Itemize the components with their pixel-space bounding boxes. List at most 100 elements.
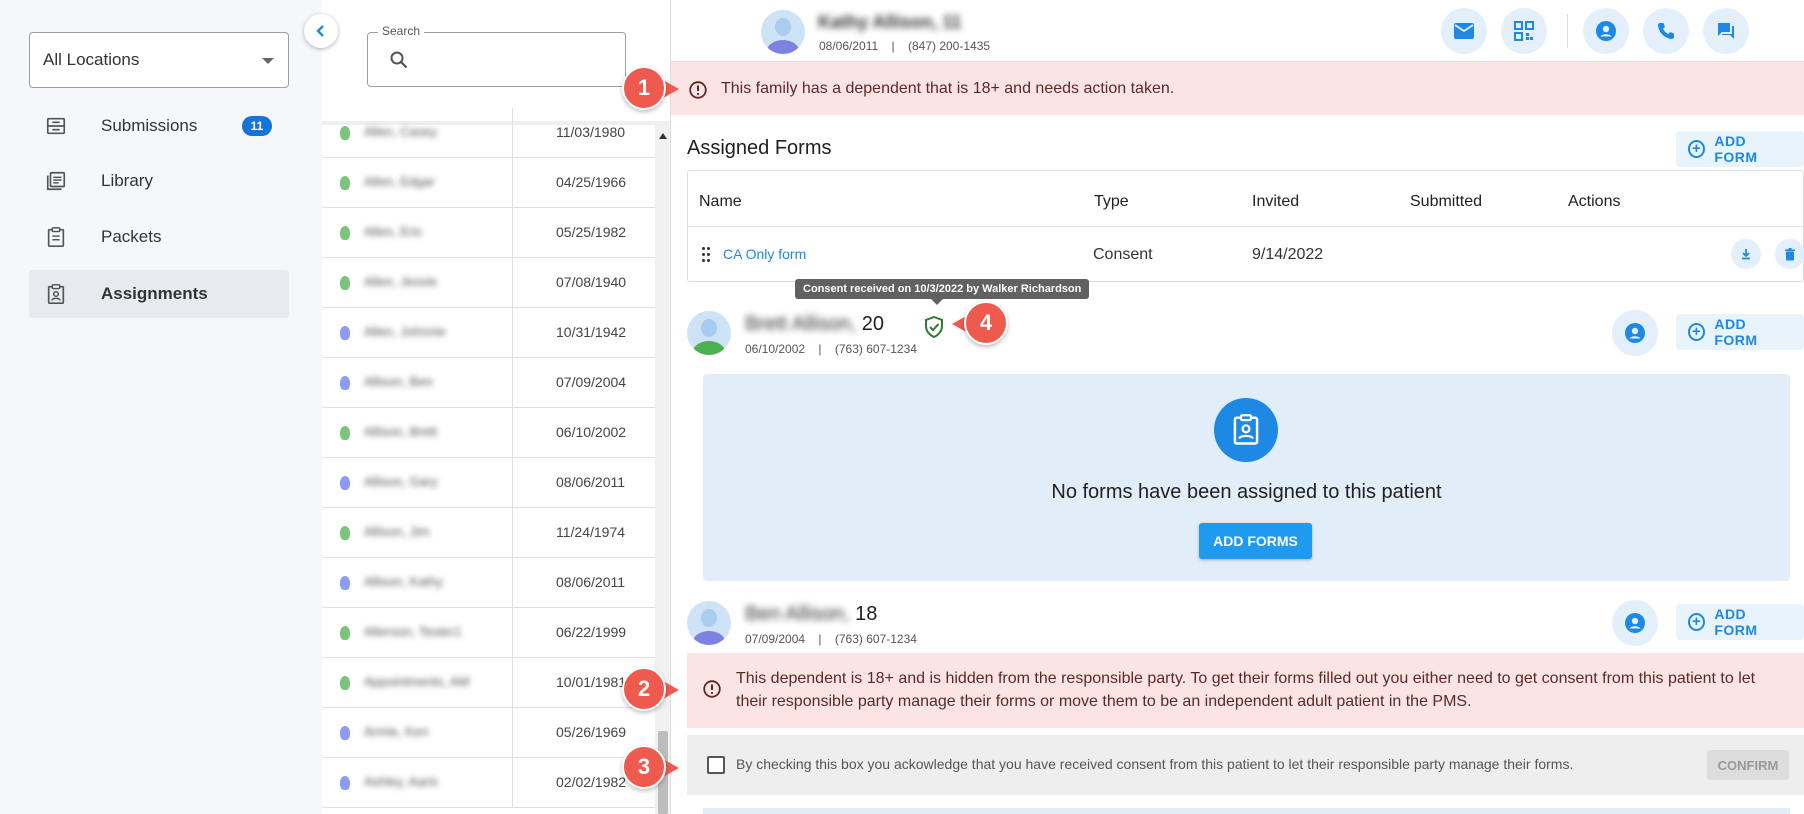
- verified-shield-icon[interactable]: [924, 316, 944, 338]
- consent-checkbox[interactable]: [707, 756, 725, 774]
- patient-name: Allen, Jessie: [364, 274, 437, 289]
- patient-name: Allison, Gary: [364, 474, 438, 489]
- account-button[interactable]: [1612, 310, 1658, 356]
- chat-button[interactable]: [1703, 8, 1749, 54]
- library-icon: [46, 171, 66, 191]
- column-header: Invited: [1252, 193, 1300, 210]
- patient-dob: 06/10/2002: [556, 424, 627, 440]
- list-item[interactable]: Allen, Johnnie 10/31/1942: [322, 308, 655, 358]
- empty-forms-message: No forms have been assigned to this pati…: [1051, 481, 1442, 503]
- email-button[interactable]: [1441, 8, 1487, 54]
- location-select-value: All Locations: [43, 50, 140, 69]
- next-card-edge: [703, 808, 1790, 814]
- submissions-count-badge: 11: [242, 116, 272, 136]
- sidebar-item-label: Library: [101, 171, 153, 190]
- patient-name: Allison, Jim: [364, 524, 430, 539]
- search-label: Search: [378, 24, 425, 38]
- account-button[interactable]: [1583, 8, 1629, 54]
- column-header: Type: [1094, 193, 1129, 210]
- list-item[interactable]: Allison, Kathy 08/06/2011: [322, 558, 655, 608]
- patient-name: Appointments, AM: [364, 674, 470, 689]
- call-button[interactable]: [1643, 8, 1689, 54]
- sidebar: All Locations Submissions 11 Library Pac…: [0, 0, 322, 814]
- patient-status-icon: [340, 326, 350, 340]
- form-type: Consent: [1093, 246, 1153, 263]
- patient-status-icon: [340, 576, 350, 590]
- error-outline-icon: [703, 680, 721, 698]
- patient-dob: 06/22/1999: [556, 624, 627, 640]
- dependent-name: Brett Allison, 20: [745, 313, 884, 335]
- add-form-button[interactable]: + ADD FORM: [1676, 131, 1804, 167]
- patient-dob: 08/06/2011: [556, 574, 626, 590]
- patient-status-icon: [340, 426, 350, 440]
- patient-dob: 10/01/1981: [556, 674, 627, 690]
- add-form-button[interactable]: + ADD FORM: [1676, 314, 1804, 350]
- patient-status-icon: [340, 176, 350, 190]
- list-item[interactable]: Allen, Jessie 07/08/1940: [322, 258, 655, 308]
- delete-button[interactable]: [1775, 239, 1804, 269]
- location-select[interactable]: All Locations: [29, 32, 289, 88]
- callout-marker-1: 1: [622, 66, 679, 112]
- list-item[interactable]: Appointments, AM 10/01/1981: [322, 658, 655, 708]
- sidebar-item-label: Packets: [101, 227, 162, 246]
- patient-name: Allen, Casey: [364, 124, 437, 139]
- list-item[interactable]: Allison, Brett 06/10/2002: [322, 408, 655, 458]
- empty-forms-card: No forms have been assigned to this pati…: [703, 374, 1790, 581]
- confirm-button[interactable]: CONFIRM: [1707, 750, 1789, 780]
- avatar: [687, 311, 731, 355]
- patient-name: Allen, Eric: [364, 224, 423, 239]
- trash-icon: [1785, 247, 1795, 260]
- form-name-link[interactable]: CA Only form: [723, 246, 806, 262]
- add-forms-button[interactable]: ADD FORMS: [1199, 523, 1312, 559]
- assignment-ind-icon: [1214, 398, 1278, 462]
- patient-dob: 07/08/1940: [556, 274, 627, 290]
- avatar: [761, 10, 805, 54]
- family-alert-text: This family has a dependent that is 18+ …: [721, 80, 1175, 97]
- scroll-up-arrow-icon[interactable]: [659, 133, 667, 139]
- patient-name: Armie, Ken: [364, 724, 429, 739]
- list-item[interactable]: Allen, Edgar 04/25/1966: [322, 158, 655, 208]
- sidebar-item-assignments[interactable]: Assignments: [29, 270, 289, 318]
- column-header: Submitted: [1410, 193, 1483, 210]
- patient-dob: 07/09/2004: [556, 374, 627, 390]
- list-item[interactable]: Allison, Jim 11/24/1974: [322, 508, 655, 558]
- list-item[interactable]: Alterson, Tester1 06/22/1999: [322, 608, 655, 658]
- inbox-icon: [46, 117, 66, 135]
- patient-status-icon: [340, 676, 350, 690]
- patient-status-icon: [340, 376, 350, 390]
- avatar: [687, 601, 731, 645]
- add-form-button[interactable]: + ADD FORM: [1676, 604, 1804, 640]
- list-item[interactable]: Allison, Gary 08/06/2011: [322, 458, 655, 508]
- patient-dob: 10/31/1942: [556, 324, 627, 340]
- patient-list: Search Allen, Casey 11/03/1980 Allen, Edga…: [322, 0, 671, 814]
- download-button[interactable]: [1731, 239, 1761, 269]
- collapse-sidebar-button[interactable]: [304, 14, 338, 48]
- qr-code-button[interactable]: [1501, 8, 1547, 54]
- sidebar-item-library[interactable]: Library: [29, 157, 289, 205]
- sidebar-item-submissions[interactable]: Submissions 11: [29, 102, 289, 150]
- list-item[interactable]: Allen, Eric 05/25/1982: [322, 208, 655, 258]
- chevron-down-icon: [262, 58, 274, 64]
- sidebar-item-packets[interactable]: Packets: [29, 213, 289, 261]
- qr-code-icon: [1514, 21, 1534, 41]
- account-icon: [1625, 613, 1645, 633]
- drag-handle-icon[interactable]: [702, 247, 712, 263]
- search-input[interactable]: Search: [367, 24, 626, 87]
- column-header: Name: [699, 193, 742, 210]
- download-icon: [1742, 249, 1750, 260]
- patient-name: Allison, Ben: [364, 374, 433, 389]
- list-item[interactable]: Allison, Ben 07/09/2004: [322, 358, 655, 408]
- list-item[interactable]: Armie, Ken 05/26/1969: [322, 708, 655, 758]
- patient-dob: 02/02/1982: [556, 774, 627, 790]
- list-item[interactable]: Ashley, Aaris 02/02/1982: [322, 758, 655, 808]
- patient-name: Allison, Brett: [364, 424, 437, 439]
- consent-text: By checking this box you ackowledge that…: [736, 756, 1574, 772]
- add-circle-icon: +: [1688, 323, 1706, 341]
- dependent-details: 06/10/2002 | (763) 607-1234: [745, 342, 917, 356]
- add-circle-icon: +: [1688, 613, 1706, 631]
- list-item[interactable]: Allen, Casey 11/03/1980: [322, 108, 655, 158]
- patient-header: Kathy Allison, 11 08/06/2011 | (847) 200…: [671, 0, 1804, 62]
- account-button[interactable]: [1612, 600, 1658, 646]
- patient-name: Alterson, Tester1: [364, 624, 462, 639]
- dependent-name: Ben Allison, 18: [745, 603, 878, 625]
